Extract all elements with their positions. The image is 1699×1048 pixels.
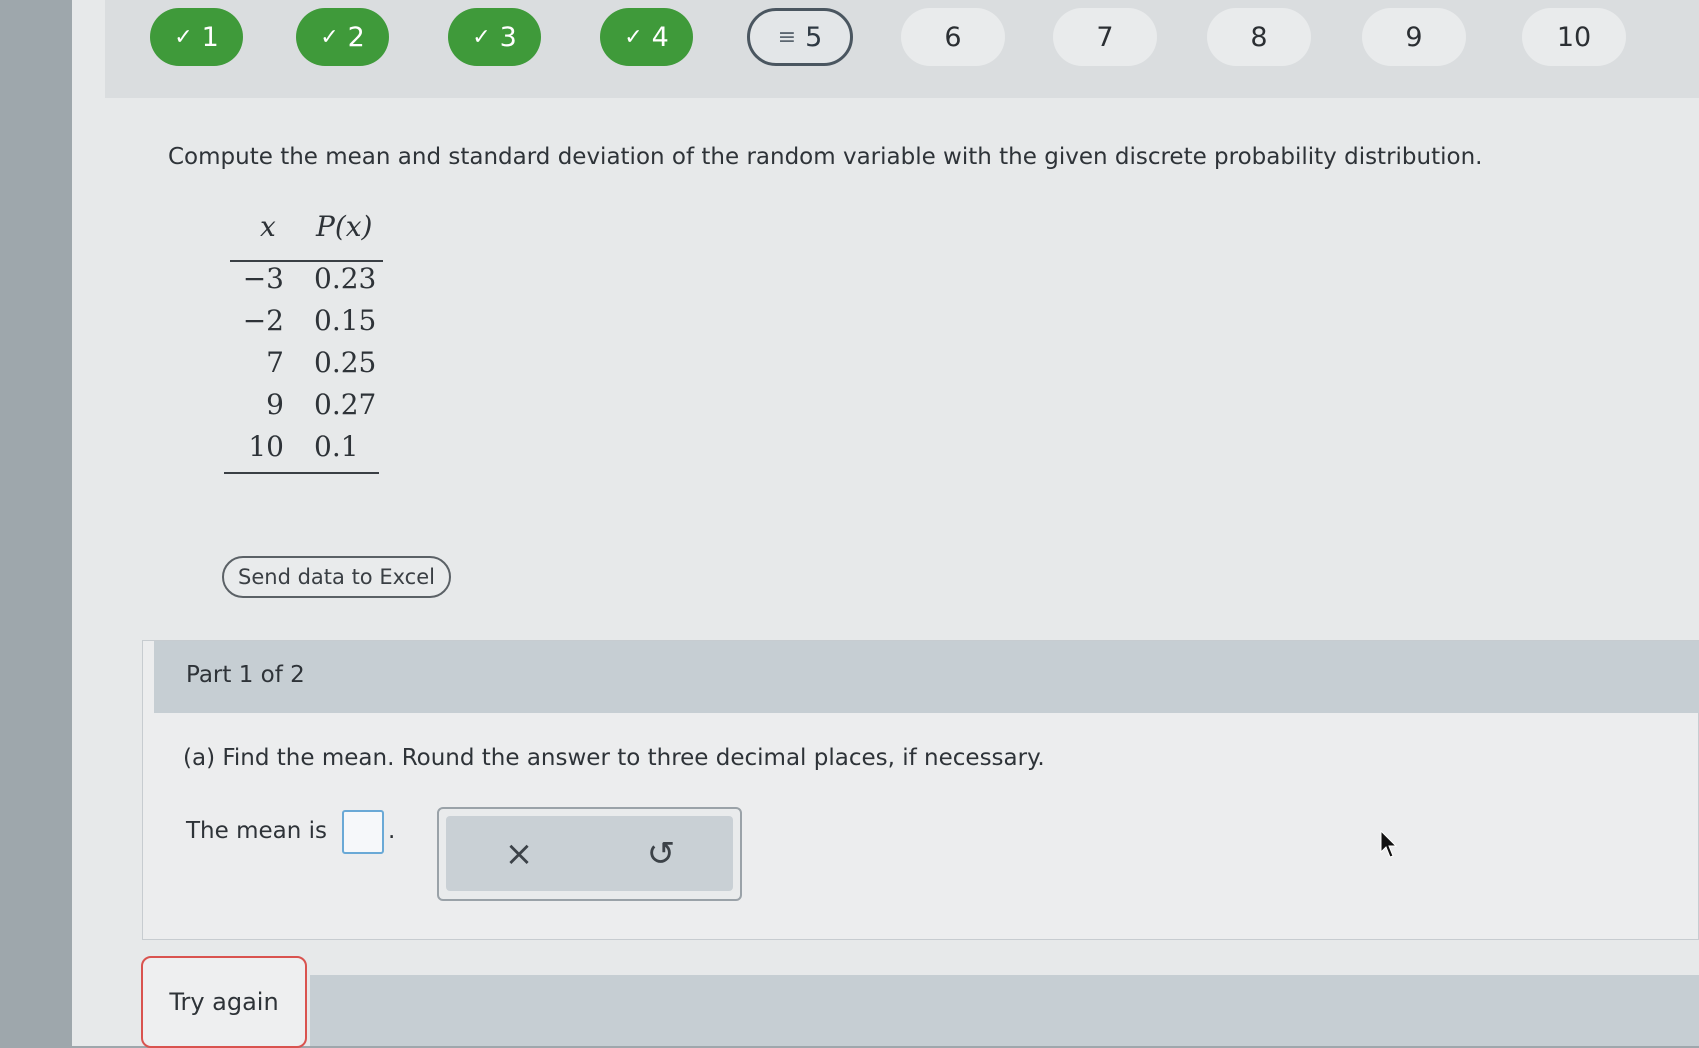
send-to-excel-button[interactable]: Send data to Excel [222, 556, 451, 598]
mouse-cursor-icon [1380, 830, 1398, 858]
probability-value: 0.15 [314, 304, 377, 337]
mean-answer-label: The mean is [186, 818, 327, 844]
step-label: 4 [651, 21, 669, 53]
try-again-button[interactable]: Try again [141, 956, 307, 1048]
step-2-button[interactable]: ✓ 2 [296, 8, 389, 66]
x-value: 10 [248, 430, 284, 463]
probability-value: 0.25 [314, 346, 377, 379]
step-label: 6 [944, 21, 962, 53]
part-label: Part 1 of 2 [186, 662, 305, 688]
x-value: −3 [242, 262, 284, 295]
mean-answer-input[interactable] [342, 810, 384, 854]
part-header [154, 641, 1699, 713]
part-prompt: (a) Find the mean. Round the answer to t… [183, 745, 1045, 771]
footer-rule [224, 472, 379, 474]
x-value: 9 [266, 388, 284, 421]
step-1-button[interactable]: ✓ 1 [150, 8, 243, 66]
step-9-button[interactable]: 9 [1362, 8, 1466, 66]
step-6-button[interactable]: 6 [901, 8, 1005, 66]
step-4-button[interactable]: ✓ 4 [600, 8, 693, 66]
step-3-button[interactable]: ✓ 3 [448, 8, 541, 66]
step-7-button[interactable]: 7 [1053, 8, 1157, 66]
step-label: 2 [347, 21, 365, 53]
checkmark-icon: ✓ [174, 24, 193, 50]
undo-icon[interactable]: ↺ [631, 830, 691, 878]
bottom-action-strip [310, 975, 1699, 1046]
step-label: 5 [805, 21, 823, 53]
x-value: 7 [266, 346, 284, 379]
probability-value: 0.27 [314, 388, 377, 421]
step-label: 9 [1405, 21, 1423, 53]
question-text: Compute the mean and standard deviation … [168, 144, 1483, 170]
answer-period: . [388, 818, 396, 844]
step-label: 3 [499, 21, 517, 53]
header-x: x [260, 210, 276, 243]
step-label: 1 [201, 21, 219, 53]
probability-value: 0.1 [314, 430, 359, 463]
step-8-button[interactable]: 8 [1207, 8, 1311, 66]
checkmark-icon: ✓ [624, 24, 643, 50]
in-progress-icon: ≡ [777, 24, 797, 50]
probability-value: 0.23 [314, 262, 377, 295]
x-value: −2 [242, 304, 284, 337]
step-5-button[interactable]: ≡ 5 [747, 8, 853, 66]
step-label: 8 [1250, 21, 1268, 53]
checkmark-icon: ✓ [472, 24, 491, 50]
clear-icon[interactable]: × [489, 830, 549, 878]
step-10-button[interactable]: 10 [1522, 8, 1626, 66]
step-label: 7 [1096, 21, 1114, 53]
header-px: P(x) [316, 210, 373, 243]
checkmark-icon: ✓ [320, 24, 339, 50]
step-label: 10 [1556, 21, 1592, 53]
